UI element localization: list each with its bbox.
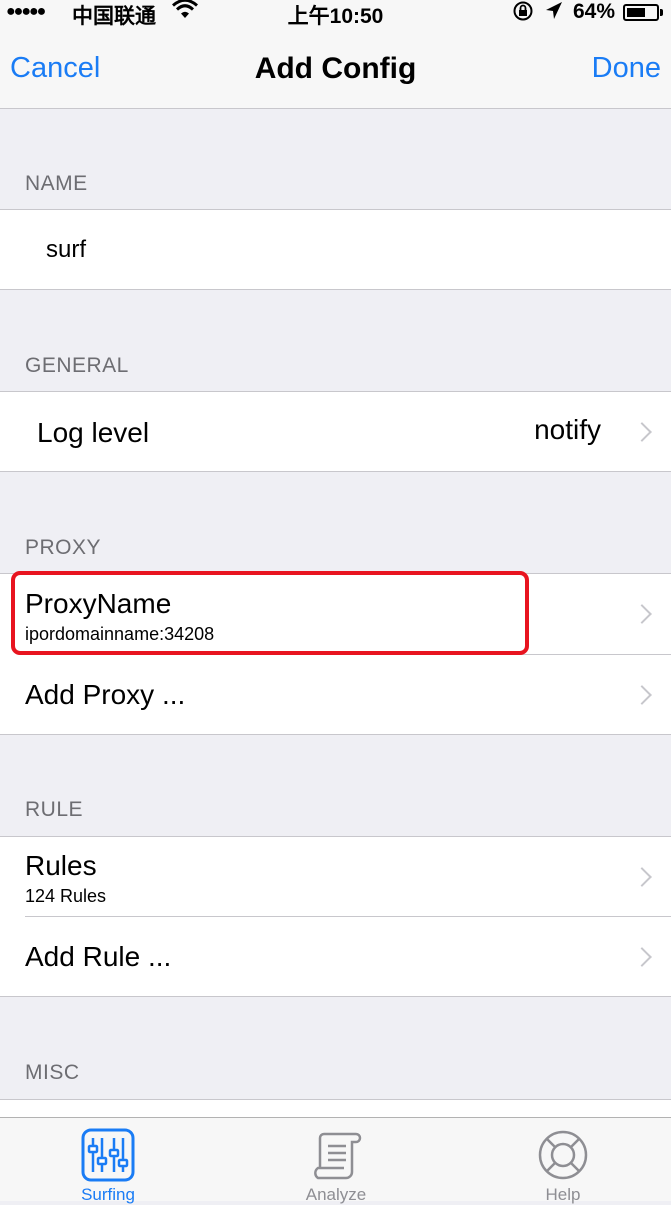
add-rule-label: Add Rule ... xyxy=(25,941,172,972)
lifebuoy-icon xyxy=(536,1128,590,1187)
add-proxy-label: Add Proxy ... xyxy=(25,679,186,710)
scroll-icon xyxy=(310,1128,364,1187)
chevron-right-icon xyxy=(632,685,652,705)
done-button[interactable]: Done xyxy=(592,52,661,85)
rules-count: 124 Rules xyxy=(25,886,107,906)
battery-tip xyxy=(660,9,663,16)
tab-analyze[interactable]: Analyze xyxy=(276,1118,396,1204)
tab-label: Analyze xyxy=(305,1185,367,1204)
name-group: surf xyxy=(0,209,671,290)
chevron-right-icon xyxy=(632,422,652,442)
rule-group: Rules 124 Rules Add Rule ... xyxy=(0,836,671,997)
misc-group xyxy=(0,1100,671,1117)
highlight-box xyxy=(11,571,529,655)
sliders-icon xyxy=(81,1128,135,1187)
section-header-rule: RULE xyxy=(25,798,84,821)
rules-cell[interactable]: Rules 124 Rules xyxy=(0,837,671,916)
tab-label: Help xyxy=(545,1185,581,1204)
section-header-general: GENERAL xyxy=(25,354,129,377)
orientation-lock-icon xyxy=(512,0,534,28)
battery-icon xyxy=(623,4,659,21)
log-level-cell[interactable]: Log level notify xyxy=(0,391,671,472)
page-title: Add Config xyxy=(254,52,417,85)
name-field[interactable]: surf xyxy=(46,236,86,264)
chevron-right-icon xyxy=(632,604,652,624)
add-rule-cell[interactable]: Add Rule ... xyxy=(0,917,671,996)
tab-surfing[interactable]: Surfing xyxy=(48,1118,168,1204)
log-level-label: Log level xyxy=(37,417,150,448)
tab-bar: Surfing Analyze Help xyxy=(0,1117,671,1204)
section-header-proxy: PROXY xyxy=(25,536,102,559)
battery-percent: 64% xyxy=(573,0,616,23)
location-arrow-icon xyxy=(544,0,564,28)
section-header-misc: MISC xyxy=(25,1061,80,1084)
chevron-right-icon xyxy=(632,947,652,967)
status-bar: ●●●●● 中国联通 上午10:50 64% xyxy=(0,0,671,28)
rules-label: Rules xyxy=(25,850,97,881)
log-level-value: notify xyxy=(534,414,601,445)
section-header-name: NAME xyxy=(25,172,88,195)
add-proxy-cell[interactable]: Add Proxy ... xyxy=(0,655,671,734)
navigation-bar: Cancel Add Config Done xyxy=(0,26,671,109)
tab-label: Surfing xyxy=(81,1185,135,1204)
chevron-right-icon xyxy=(632,867,652,887)
tab-help[interactable]: Help xyxy=(503,1118,623,1204)
